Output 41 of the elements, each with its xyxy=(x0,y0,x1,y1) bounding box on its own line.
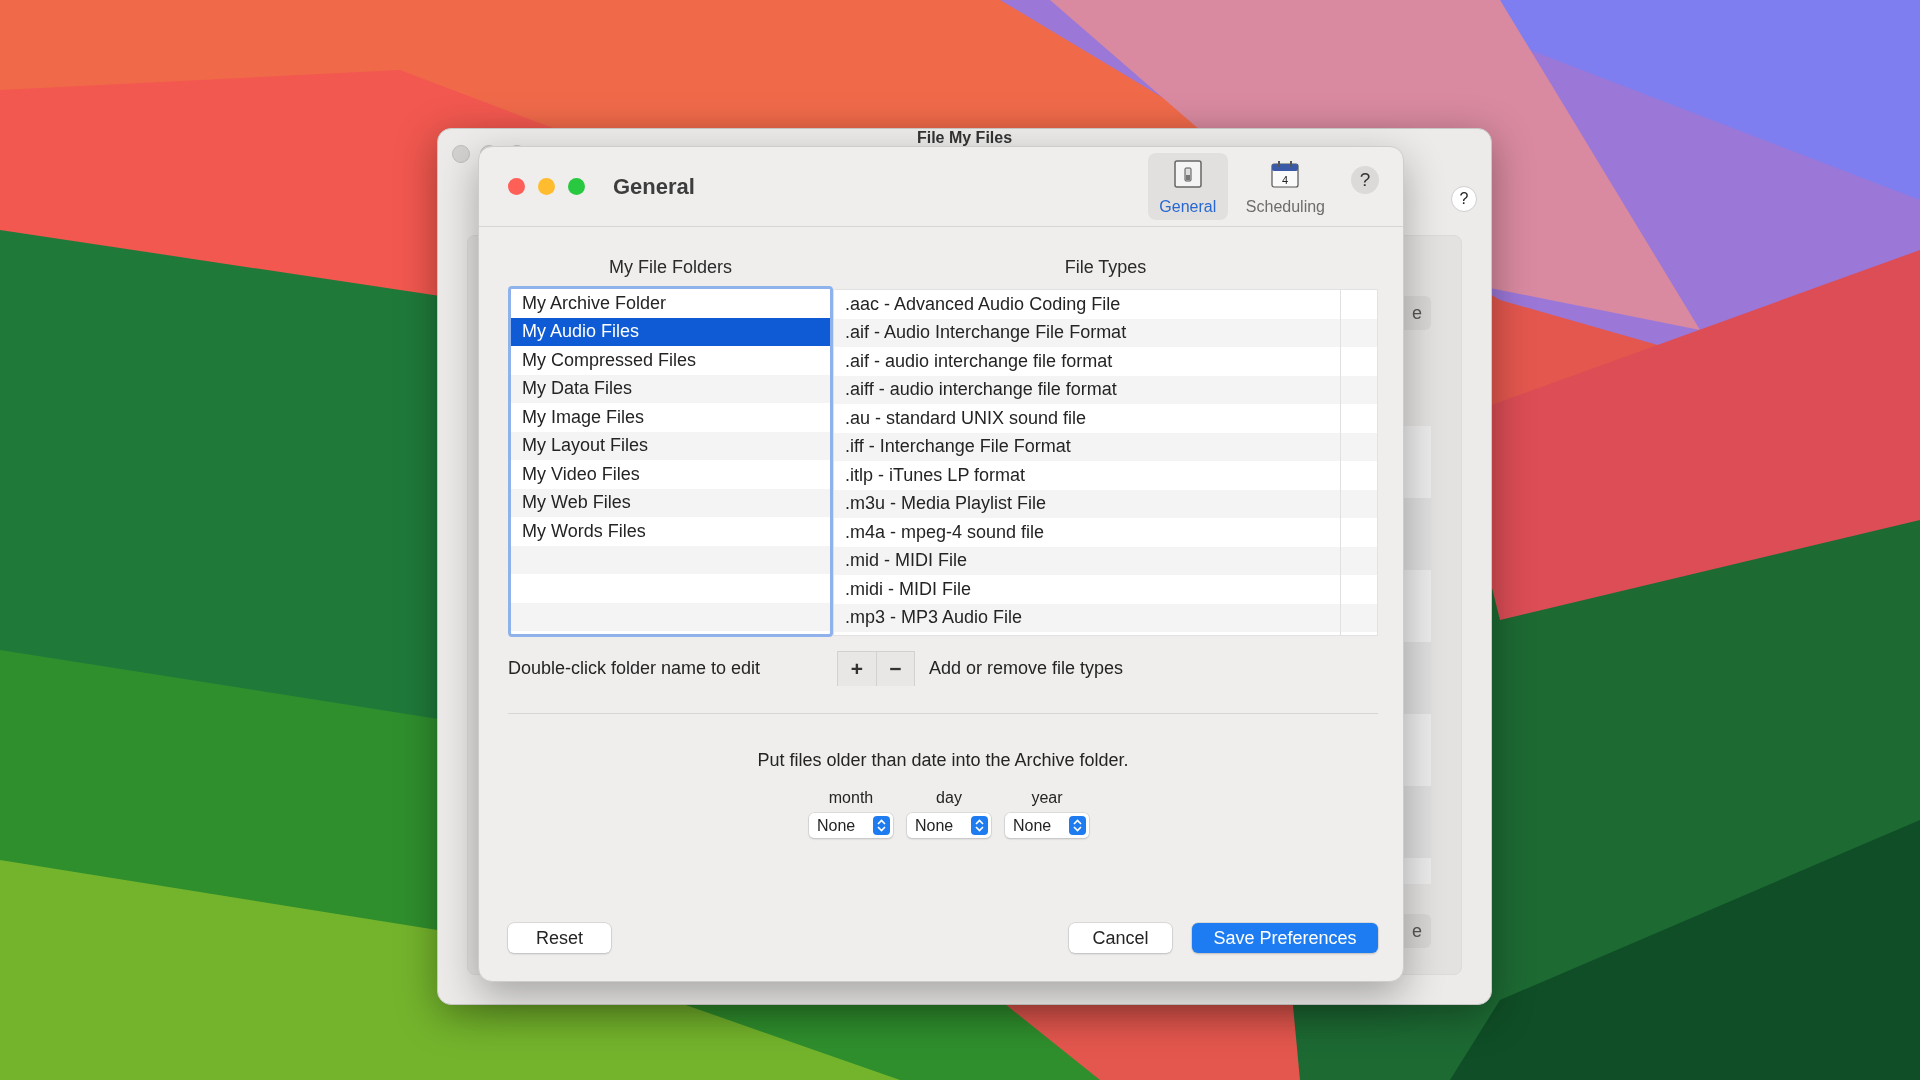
close-button[interactable] xyxy=(508,178,525,195)
date-popup[interactable]: None xyxy=(1005,813,1089,838)
switch-icon xyxy=(1172,159,1203,189)
folder-list[interactable]: My Archive Folder My Audio Files My Compressed Files My Data Files My Image Files My Layout Files My Video Files My Web Files My Words Files xyxy=(508,286,833,637)
file-type-item[interactable]: .iff - Interchange File Format xyxy=(834,432,1340,461)
folder-item[interactable]: My Web Files xyxy=(511,488,830,517)
date-field-label: year xyxy=(1031,789,1063,807)
file-type-item[interactable]: .aiff - audio interchange file format xyxy=(834,375,1340,404)
folder-item[interactable]: My Audio Files xyxy=(511,317,830,346)
stepper-icon xyxy=(971,816,988,835)
dialog-button[interactable]: Cancel xyxy=(1069,923,1172,953)
folder-item[interactable]: My Layout Files xyxy=(511,431,830,460)
date-field-label: day xyxy=(936,789,962,807)
column-header: File Types xyxy=(1064,257,1147,278)
stepper-icon xyxy=(873,816,890,835)
file-type-item[interactable]: .mid - MIDI File xyxy=(834,546,1340,575)
folder-hint: Double-click folder name to edit xyxy=(508,657,762,679)
file-type-item[interactable]: .m3u - Media Playlist File xyxy=(834,489,1340,518)
help-button[interactable]: ? xyxy=(1351,166,1379,194)
file-type-item[interactable]: .mp3 - MP3 Audio File xyxy=(834,603,1340,632)
column-header: My File Folders xyxy=(609,257,732,278)
toolbar-tab[interactable]: 4 Scheduling xyxy=(1237,153,1333,220)
stepper-icon xyxy=(1069,816,1086,835)
dialog-button[interactable]: Reset xyxy=(508,923,611,953)
remove-button[interactable]: − xyxy=(876,651,914,686)
toolbar-tab[interactable]: General xyxy=(1147,153,1228,220)
file-type-item[interactable]: .aif - Audio Interchange File Format xyxy=(834,318,1340,347)
folder-item[interactable]: My Data Files xyxy=(511,374,830,403)
date-field-label: month xyxy=(828,789,874,807)
date-popup[interactable]: None xyxy=(809,813,893,838)
help-button[interactable]: ? xyxy=(1451,186,1477,212)
window-title: File My Files xyxy=(916,130,1013,146)
file-types-hint: Add or remove file types xyxy=(929,657,1125,679)
primary-button[interactable]: Save Preferences xyxy=(1192,923,1378,953)
zoom-button[interactable] xyxy=(568,178,585,195)
close-button[interactable] xyxy=(452,145,470,163)
add-button[interactable]: + xyxy=(838,651,876,686)
archive-instruction: Put files older than date into the Archive folder. xyxy=(757,750,1129,771)
minimize-button[interactable] xyxy=(538,178,555,195)
sheet-title: General xyxy=(613,173,695,200)
date-popup[interactable]: None xyxy=(907,813,991,838)
